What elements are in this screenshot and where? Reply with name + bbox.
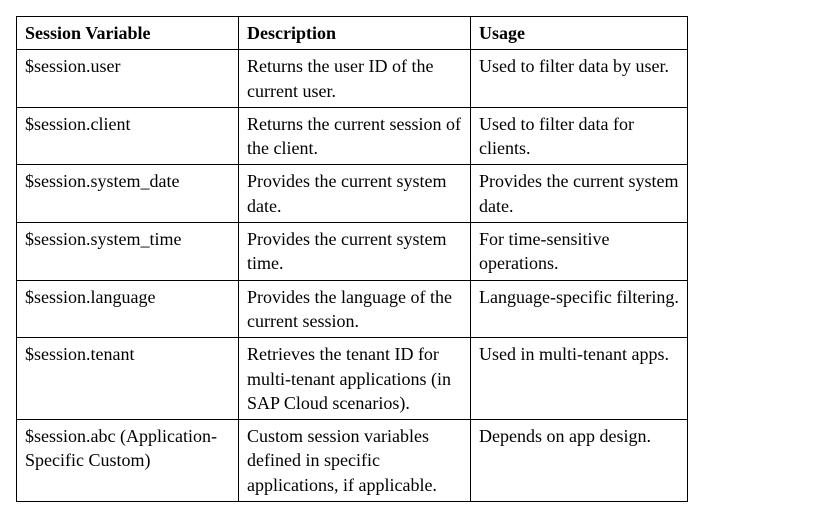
table-row: $session.system_date Provides the curren… bbox=[17, 165, 688, 223]
cell-usage: Used to filter data by user. bbox=[471, 50, 688, 108]
table-row: $session.user Returns the user ID of the… bbox=[17, 50, 688, 108]
table-row: $session.system_time Provides the curren… bbox=[17, 223, 688, 281]
cell-usage: Used to filter data for clients. bbox=[471, 107, 688, 165]
cell-variable: $session.language bbox=[17, 280, 239, 338]
cell-description: Custom session variables defined in spec… bbox=[239, 420, 471, 502]
cell-description: Provides the current system date. bbox=[239, 165, 471, 223]
cell-variable: $session.abc (Application-Specific Custo… bbox=[17, 420, 239, 502]
table-row: $session.client Returns the current sess… bbox=[17, 107, 688, 165]
table-header-row: Session Variable Description Usage bbox=[17, 17, 688, 50]
cell-description: Provides the language of the current ses… bbox=[239, 280, 471, 338]
cell-description: Returns the user ID of the current user. bbox=[239, 50, 471, 108]
cell-usage: Used in multi-tenant apps. bbox=[471, 338, 688, 420]
cell-description: Provides the current system time. bbox=[239, 223, 471, 281]
table-row: $session.language Provides the language … bbox=[17, 280, 688, 338]
header-usage: Usage bbox=[471, 17, 688, 50]
cell-variable: $session.client bbox=[17, 107, 239, 165]
cell-usage: Provides the current system date. bbox=[471, 165, 688, 223]
cell-variable: $session.tenant bbox=[17, 338, 239, 420]
cell-variable: $session.system_time bbox=[17, 223, 239, 281]
header-variable: Session Variable bbox=[17, 17, 239, 50]
cell-variable: $session.user bbox=[17, 50, 239, 108]
header-description: Description bbox=[239, 17, 471, 50]
cell-description: Retrieves the tenant ID for multi-tenant… bbox=[239, 338, 471, 420]
cell-description: Returns the current session of the clien… bbox=[239, 107, 471, 165]
cell-usage: Language-specific filtering. bbox=[471, 280, 688, 338]
table-row: $session.tenant Retrieves the tenant ID … bbox=[17, 338, 688, 420]
cell-variable: $session.system_date bbox=[17, 165, 239, 223]
session-variables-table: Session Variable Description Usage $sess… bbox=[16, 16, 688, 502]
cell-usage: For time-sensitive operations. bbox=[471, 223, 688, 281]
cell-usage: Depends on app design. bbox=[471, 420, 688, 502]
table-row: $session.abc (Application-Specific Custo… bbox=[17, 420, 688, 502]
